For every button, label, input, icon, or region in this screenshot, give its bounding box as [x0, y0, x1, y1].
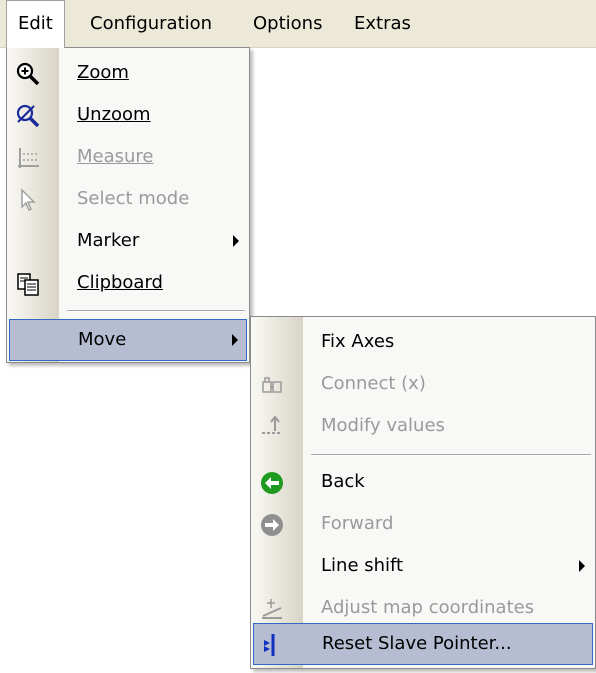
menu-item-move[interactable]: Move [9, 319, 247, 361]
menu-item-modify-values[interactable]: Modify values [253, 406, 593, 448]
menu-edit[interactable]: Edit [6, 0, 65, 48]
adjust-map-icon [259, 596, 285, 622]
back-arrow-icon [259, 470, 285, 496]
slave-pointer-icon [260, 632, 286, 658]
menu-item-fix-axes-label: Fix Axes [321, 322, 394, 362]
menu-item-select-mode-label: Select mode [77, 188, 190, 209]
zoom-in-icon [15, 61, 41, 87]
fix-axes-text: Fix Axes [321, 331, 395, 352]
submenu-arrow-icon [579, 560, 585, 572]
menu-options[interactable]: Options [242, 0, 333, 47]
menu-item-connect[interactable]: Connect (x) [253, 364, 593, 406]
menu-item-reset-slave-pointer[interactable]: Reset Slave Pointer... [253, 623, 593, 665]
move-submenu: Fix Axes Connect (x) Modify values Back … [250, 316, 596, 669]
edit-menu: Zoom Unzoom Measure Select mode Marker C… [6, 47, 250, 363]
menu-item-line-shift-label: Line shift [321, 555, 404, 576]
menu-item-move-label: Move [78, 329, 127, 350]
modify-values-icon [259, 414, 285, 440]
menu-item-forward-label: Forward [321, 513, 394, 534]
menu-item-back-label: Back [321, 471, 365, 492]
menu-edit-label: Edit [18, 13, 53, 34]
menu-item-forward[interactable]: Forward [253, 504, 593, 546]
clipboard-icon [15, 271, 41, 297]
menu-configuration[interactable]: Configuration [79, 0, 223, 47]
menu-item-zoom[interactable]: Zoom [9, 53, 247, 95]
menu-item-unzoom[interactable]: Unzoom [9, 95, 247, 137]
menu-item-clipboard-label: Clipboard [77, 272, 163, 293]
menu-item-modify-values-label: Modify values [321, 415, 445, 436]
menu-item-line-shift[interactable]: Line shift [253, 546, 593, 588]
menu-item-select-mode[interactable]: Select mode [9, 179, 247, 221]
menu-item-reset-slave-pointer-label: Reset Slave Pointer... [322, 633, 512, 654]
menu-item-measure[interactable]: Measure [9, 137, 247, 179]
menu-separator [311, 454, 591, 456]
connect-icon [259, 372, 285, 398]
menu-item-zoom-label: Zoom [77, 62, 129, 83]
submenu-arrow-icon [232, 334, 238, 346]
unzoom-icon [15, 103, 41, 129]
menu-item-connect-label: Connect (x) [321, 373, 426, 394]
menu-item-marker-label: Marker [77, 230, 140, 251]
menu-item-marker[interactable]: Marker [9, 221, 247, 263]
menu-item-fix-axes[interactable]: Fix Axes [253, 322, 593, 364]
menu-separator [67, 310, 245, 312]
menu-item-clipboard[interactable]: Clipboard [9, 263, 247, 305]
submenu-arrow-icon [233, 235, 239, 247]
menu-options-label: Options [253, 13, 323, 34]
menu-item-adjust-map-label: Adjust map coordinates [321, 597, 535, 618]
measure-icon [15, 145, 41, 171]
menu-configuration-label: Configuration [90, 13, 213, 34]
pointer-icon [15, 187, 41, 213]
menu-bar: Edit Configuration Options Extras [0, 0, 596, 48]
menu-item-measure-label: Measure [77, 146, 154, 167]
menu-item-back[interactable]: Back [253, 462, 593, 504]
forward-arrow-icon [259, 512, 285, 538]
menu-extras[interactable]: Extras [343, 0, 422, 47]
menu-extras-label: Extras [354, 13, 411, 34]
menu-item-unzoom-label: Unzoom [77, 104, 151, 125]
